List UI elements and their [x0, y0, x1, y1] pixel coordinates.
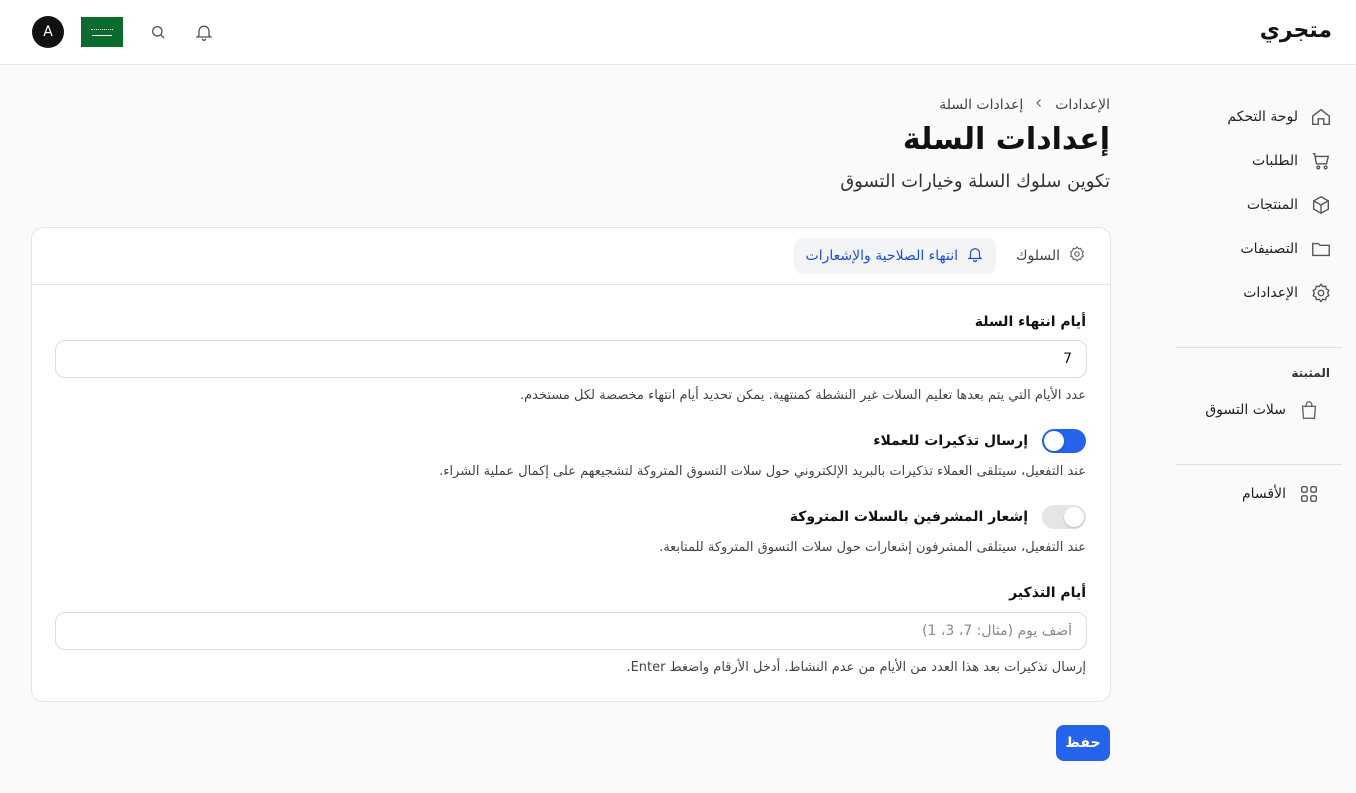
tab-expiry-notifications[interactable]: انتهاء الصلاحية والإشعارات — [793, 238, 996, 274]
sidebar-item-orders[interactable]: الطلبات — [1192, 146, 1332, 176]
sidebar-item-products[interactable]: المنتجات — [1192, 190, 1332, 220]
sidebar-item-label: لوحة التحكم — [1227, 109, 1298, 125]
folder-icon — [1310, 238, 1332, 260]
tab-behavior[interactable]: السلوك — [1004, 238, 1098, 274]
sidebar: لوحة التحكم الطلبات المنتجات التصنيفات ا… — [1176, 65, 1356, 793]
notify-admins-label: إشعار المشرفين بالسلات المتروكة — [789, 509, 1028, 525]
sidebar-item-categories[interactable]: التصنيفات — [1192, 234, 1332, 264]
send-reminders-help: عند التفعيل، سيتلقى العملاء تذكيرات بالب… — [439, 464, 1086, 479]
send-reminders-toggle[interactable] — [1042, 429, 1086, 453]
expiry-days-help: عدد الأيام التي يتم بعدها تعليم السلات غ… — [520, 388, 1086, 403]
search-icon[interactable] — [146, 20, 170, 44]
expiry-days-input[interactable] — [55, 340, 1087, 378]
notify-admins-row: إشعار المشرفين بالسلات المتروكة — [790, 505, 1086, 529]
reminder-days-help: إرسال تذكيرات بعد هذا العدد من الأيام من… — [626, 660, 1086, 675]
send-reminders-label: إرسال تذكيرات للعملاء — [873, 433, 1028, 449]
reminder-days-label: أيام التذكير — [1009, 585, 1086, 601]
sidebar-item-label: سلات التسوق — [1205, 402, 1286, 418]
cart-icon — [1310, 150, 1332, 172]
expiry-days-label: أيام انتهاء السلة — [974, 314, 1086, 330]
gear-icon — [1310, 282, 1332, 304]
tab-label: السلوك — [1015, 248, 1060, 264]
home-icon — [1310, 106, 1332, 128]
tab-label: انتهاء الصلاحية والإشعارات — [805, 248, 958, 264]
shopping-bag-icon — [1298, 399, 1320, 421]
page-subtitle: تكوين سلوك السلة وخيارات التسوق — [840, 171, 1110, 192]
bell-icon — [966, 245, 984, 267]
save-button[interactable]: حفظ — [1056, 725, 1110, 761]
pinned-section-label: المثبتة — [1291, 366, 1330, 380]
chevron-left-icon — [1033, 97, 1045, 113]
user-avatar[interactable]: A — [32, 16, 64, 48]
sidebar-divider — [1176, 464, 1342, 465]
app-logo[interactable]: متجري — [1260, 18, 1332, 43]
breadcrumb-current: إعدادات السلة — [939, 97, 1024, 113]
send-reminders-row: إرسال تذكيرات للعملاء — [873, 429, 1086, 453]
sidebar-divider — [1176, 347, 1342, 348]
gear-icon — [1068, 245, 1086, 267]
sidebar-item-label: الطلبات — [1252, 153, 1298, 169]
sidebar-item-label: الأقسام — [1242, 486, 1286, 502]
saudi-flag-icon[interactable] — [81, 17, 123, 47]
notify-admins-help: عند التفعيل، سيتلقى المشرفون إشعارات حول… — [659, 540, 1086, 555]
sidebar-item-label: المنتجات — [1246, 197, 1298, 213]
breadcrumb-parent[interactable]: الإعدادات — [1055, 97, 1110, 113]
sidebar-item-dashboard[interactable]: لوحة التحكم — [1192, 102, 1332, 132]
sidebar-item-sections[interactable]: الأقسام — [1180, 479, 1320, 509]
bell-icon[interactable] — [192, 20, 216, 44]
tab-bar: السلوك انتهاء الصلاحية والإشعارات — [32, 228, 1110, 285]
sidebar-item-settings[interactable]: الإعدادات — [1192, 278, 1332, 308]
sidebar-item-label: التصنيفات — [1240, 241, 1299, 257]
settings-card: السلوك انتهاء الصلاحية والإشعارات أيام ا… — [31, 227, 1111, 702]
box-icon — [1310, 194, 1332, 216]
breadcrumb: الإعدادات إعدادات السلة — [939, 97, 1110, 113]
sidebar-item-label: الإعدادات — [1243, 285, 1298, 301]
page-title: إعدادات السلة — [902, 122, 1110, 157]
notify-admins-toggle[interactable] — [1042, 505, 1086, 529]
grid-icon — [1298, 483, 1320, 505]
sidebar-item-shopping-carts[interactable]: سلات التسوق — [1180, 395, 1320, 425]
top-bar: متجري A — [0, 0, 1356, 65]
reminder-days-input[interactable] — [55, 612, 1087, 650]
